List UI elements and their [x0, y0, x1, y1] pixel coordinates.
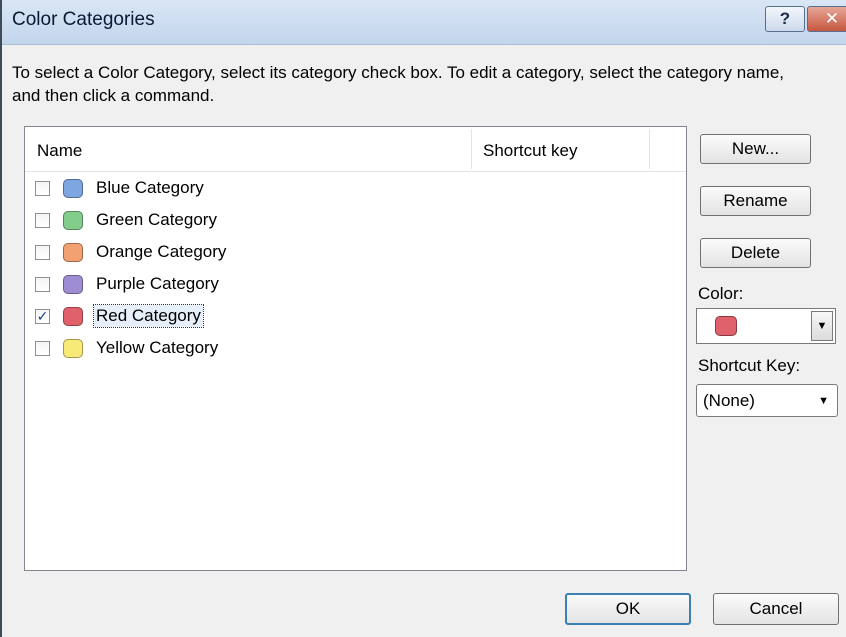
category-checkbox[interactable]: [35, 341, 50, 356]
shortcut-key-value: (None): [703, 391, 755, 410]
ok-button[interactable]: OK: [565, 593, 691, 625]
column-header-name[interactable]: Name: [37, 141, 82, 161]
close-icon: ✕: [824, 9, 840, 28]
category-checkbox[interactable]: [35, 245, 50, 260]
new-category-button[interactable]: New...: [700, 134, 811, 164]
help-icon: ?: [779, 9, 791, 28]
category-row-purple[interactable]: Purple Category: [35, 272, 675, 300]
color-swatch-icon: [63, 211, 83, 230]
category-row-red[interactable]: ✓ Red Category: [35, 304, 675, 332]
category-checkbox[interactable]: [35, 213, 50, 228]
color-picker[interactable]: ▼: [696, 308, 836, 344]
color-swatch-icon: [63, 275, 83, 294]
instructions-text: To select a Color Category, select its c…: [12, 63, 784, 105]
category-checkbox[interactable]: ✓: [35, 309, 50, 324]
shortcut-key-select[interactable]: (None) ▼: [696, 384, 838, 417]
list-header: Name Shortcut key: [25, 127, 686, 172]
color-swatch-icon: [63, 179, 83, 198]
delete-button[interactable]: Delete: [700, 238, 811, 268]
category-checkbox[interactable]: [35, 181, 50, 196]
color-categories-dialog: Color Categories ? ✕ To select a Color C…: [0, 0, 846, 637]
category-label[interactable]: Orange Category: [94, 241, 228, 263]
category-label[interactable]: Red Category: [93, 304, 204, 328]
color-label: Color:: [698, 284, 744, 303]
help-button[interactable]: ?: [765, 6, 805, 32]
category-row-yellow[interactable]: Yellow Category: [35, 336, 675, 364]
selected-color-swatch: [715, 316, 737, 336]
color-swatch-icon: [63, 243, 83, 262]
color-swatch-icon: [63, 307, 83, 326]
category-list[interactable]: Name Shortcut key Blue Category Green Ca…: [24, 126, 687, 571]
chevron-down-icon: ▼: [818, 395, 829, 407]
column-header-shortcut[interactable]: Shortcut key: [483, 141, 578, 161]
category-row-orange[interactable]: Orange Category: [35, 240, 675, 268]
category-label[interactable]: Green Category: [94, 209, 219, 231]
chevron-down-icon: ▼: [816, 320, 828, 332]
dialog-title: Color Categories: [12, 9, 155, 30]
color-swatch-icon: [63, 339, 83, 358]
title-bar: Color Categories ? ✕: [2, 0, 846, 45]
column-divider[interactable]: [471, 129, 472, 169]
cancel-button[interactable]: Cancel: [713, 593, 839, 625]
category-label[interactable]: Blue Category: [94, 177, 206, 199]
category-label[interactable]: Yellow Category: [94, 337, 220, 359]
color-dropdown-button[interactable]: ▼: [811, 311, 833, 341]
rename-button[interactable]: Rename: [700, 186, 811, 216]
close-button[interactable]: ✕: [807, 6, 846, 32]
category-row-green[interactable]: Green Category: [35, 208, 675, 236]
category-label[interactable]: Purple Category: [94, 273, 221, 295]
category-checkbox[interactable]: [35, 277, 50, 292]
column-divider[interactable]: [649, 129, 650, 169]
category-row-blue[interactable]: Blue Category: [35, 176, 675, 204]
shortcut-key-label: Shortcut Key:: [698, 356, 801, 375]
